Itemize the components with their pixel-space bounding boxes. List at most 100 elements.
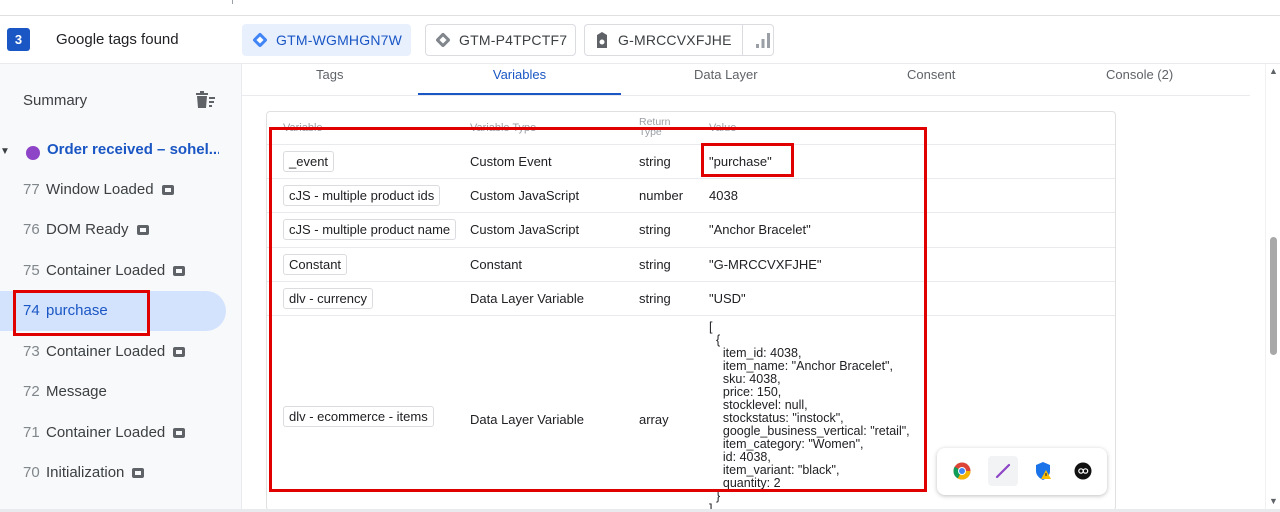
table-row: cJS - multiple product ids Custom JavaSc… — [267, 179, 1115, 213]
event-name-wrap: Initialization — [46, 464, 145, 481]
table-row: cJS - multiple product name Custom JavaS… — [267, 213, 1115, 248]
main-panel: Tags Variables Data Layer Consent Consol… — [242, 64, 1265, 512]
event-item-72[interactable]: 72 Message — [0, 372, 226, 412]
tab-data-layer[interactable]: Data Layer — [694, 67, 758, 95]
scroll-down-icon[interactable]: ▼ — [1269, 496, 1278, 506]
variable-value: "Anchor Bracelet" — [709, 222, 811, 237]
gtm-diamond-icon — [251, 31, 269, 49]
variable-type: Data Layer Variable — [470, 412, 584, 427]
page-dot-icon — [26, 146, 40, 160]
table-row: dlv - currency Data Layer Variable strin… — [267, 282, 1115, 316]
event-name: Initialization — [46, 464, 125, 481]
pen-extension-icon[interactable] — [988, 456, 1018, 486]
bo-extension-icon[interactable] — [1072, 460, 1094, 482]
tags-found-label: Google tags found — [56, 31, 179, 48]
variable-type: Custom Event — [470, 154, 552, 169]
divider — [232, 0, 233, 4]
return-type: string — [639, 222, 671, 237]
chip-label: GTM-P4TPCTF7 — [459, 32, 568, 48]
variable-name: cJS - multiple product name — [283, 219, 457, 240]
tab-tags[interactable]: Tags — [316, 67, 343, 95]
event-number: 77 — [23, 181, 40, 198]
event-number: 75 — [23, 262, 40, 279]
event-item-76[interactable]: 76 DOM Ready — [0, 210, 226, 250]
ga-tag-icon — [593, 31, 611, 49]
event-number: 70 — [23, 464, 40, 481]
header-value: Value — [709, 122, 737, 134]
page-entry[interactable]: ▼ Order received – sohel... — [0, 140, 242, 168]
sidebar: Summary ▼ Order received – sohel... 77 W… — [0, 64, 242, 512]
clear-all-icon[interactable] — [194, 91, 216, 114]
event-number: 76 — [23, 221, 40, 238]
extension-tray — [937, 448, 1107, 495]
code-icon — [136, 225, 149, 235]
code-icon — [173, 428, 186, 438]
table-row: Constant Constant string "G-MRCCVXFJHE" — [267, 248, 1115, 282]
event-item-77[interactable]: 77 Window Loaded — [0, 170, 226, 210]
table-header: Variable Variable Type Return Type Value — [267, 112, 1115, 145]
event-name-wrap: Container Loaded — [46, 424, 186, 441]
event-name-wrap: DOM Ready — [46, 221, 149, 238]
variable-value: "USD" — [709, 291, 746, 306]
scrollbar[interactable]: ▲ ▼ — [1265, 64, 1280, 512]
event-number: 73 — [23, 343, 40, 360]
tab-consent[interactable]: Consent — [907, 67, 955, 95]
table-row: _event Custom Event string "purchase" — [267, 145, 1115, 179]
event-name: DOM Ready — [46, 221, 129, 238]
shield-warning-extension-icon[interactable] — [1032, 460, 1054, 482]
return-type: string — [639, 154, 671, 169]
event-name-wrap: Window Loaded — [46, 181, 174, 198]
variable-value: "G-MRCCVXFJHE" — [709, 257, 822, 272]
chip-label: GTM-WGMHGN7W — [276, 32, 403, 48]
analytics-bars-icon — [741, 24, 773, 56]
event-item-70[interactable]: 70 Initialization — [0, 453, 226, 493]
return-type: string — [639, 257, 671, 272]
event-item-75[interactable]: 75 Container Loaded — [0, 251, 226, 291]
tag-chip-gtm-wgmhgn7w[interactable]: GTM-WGMHGN7W — [242, 24, 412, 56]
variable-name: Constant — [283, 254, 348, 275]
code-icon — [173, 347, 186, 357]
tags-count-badge: 3 — [7, 28, 30, 51]
variable-type: Constant — [470, 257, 523, 272]
event-name-wrap: Container Loaded — [46, 262, 186, 279]
tab-variables[interactable]: Variables — [418, 67, 621, 95]
scroll-up-icon[interactable]: ▲ — [1269, 66, 1278, 76]
event-item-73[interactable]: 73 Container Loaded — [0, 332, 226, 372]
tag-chip-gtm-p4tpctf7[interactable]: GTM-P4TPCTF7 — [425, 24, 577, 56]
event-name: Message — [46, 383, 107, 400]
event-number: 71 — [23, 424, 40, 441]
header-return-type: Return Type — [639, 116, 671, 138]
browser-top-strip — [0, 0, 1280, 16]
tag-chip-g-mrccvxfjhe[interactable]: G-MRCCVXFJHE — [584, 24, 774, 56]
event-item-71[interactable]: 71 Container Loaded — [0, 413, 226, 453]
tab-bar: Tags Variables Data Layer Consent Consol… — [242, 64, 1250, 96]
code-icon — [132, 468, 145, 478]
variable-type: Custom JavaScript — [470, 188, 580, 203]
code-icon — [173, 266, 186, 276]
summary-link[interactable]: Summary — [23, 92, 87, 109]
event-name: Container Loaded — [46, 424, 166, 441]
event-number: 72 — [23, 383, 40, 400]
variable-name: cJS - multiple product ids — [283, 185, 441, 206]
event-item-74[interactable]: 74 purchase — [0, 291, 226, 331]
tag-assistant-header: 3 Google tags found GTM-WGMHGN7W GTM-P4T… — [0, 16, 1280, 64]
return-type: array — [639, 412, 669, 427]
event-name-wrap: Container Loaded — [46, 343, 186, 360]
variable-value: [ { item_id: 4038, item_name: "Anchor Br… — [709, 320, 910, 511]
variable-type: Custom JavaScript — [470, 222, 580, 237]
event-name: Container Loaded — [46, 343, 166, 360]
event-number: 74 — [23, 302, 40, 319]
event-name: purchase — [46, 302, 108, 319]
scrollbar-thumb[interactable] — [1270, 237, 1277, 355]
return-type: string — [639, 291, 671, 306]
variable-name: dlv - ecommerce - items — [283, 406, 434, 427]
tab-console[interactable]: Console (2) — [1106, 67, 1173, 95]
chrome-icon[interactable] — [951, 460, 973, 482]
variable-name: dlv - currency — [283, 288, 374, 309]
variable-name: _event — [283, 151, 335, 172]
event-name: Container Loaded — [46, 262, 166, 279]
page-title: Order received – sohel... — [47, 141, 219, 158]
gtm-diamond-icon — [434, 31, 452, 49]
collapse-caret-icon[interactable]: ▼ — [0, 146, 10, 157]
header-variable: Variable — [283, 122, 323, 134]
